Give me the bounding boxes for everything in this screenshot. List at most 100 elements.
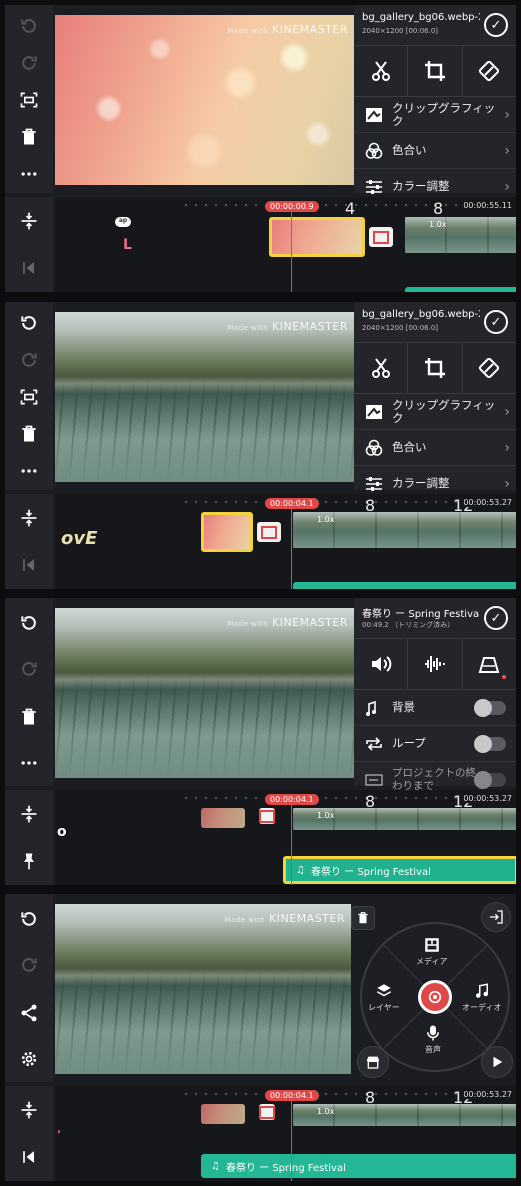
clip-options-panel: bg_gallery_bg06.webp-20… 2040×1200 [00:0… — [354, 302, 516, 502]
record-button[interactable] — [418, 980, 452, 1014]
play-icon — [493, 1056, 503, 1068]
pin-button[interactable] — [5, 837, 53, 884]
transition-button[interactable] — [259, 808, 275, 824]
transition-button[interactable] — [259, 1104, 275, 1120]
video-preview[interactable]: Made with KINEMASTER — [55, 608, 354, 778]
extend-toggle[interactable] — [474, 770, 506, 789]
exit-icon — [490, 910, 503, 924]
timeline-expand-button[interactable] — [5, 197, 53, 244]
done-button[interactable]: ✓ — [484, 310, 508, 334]
clip-river[interactable]: 1.0x — [293, 808, 516, 830]
option-color-tint[interactable]: 色合い › — [354, 133, 516, 169]
option-background[interactable]: 背景 — [354, 690, 516, 726]
audio-track[interactable] — [293, 582, 516, 589]
layer-button[interactable]: レイヤー — [368, 982, 400, 1013]
trash-icon — [22, 708, 36, 724]
timeline[interactable]: 8 12 00:00:04.1 00:00:53.27 ' 1.0x ♫春祭り … — [55, 1086, 516, 1181]
audio-track[interactable]: ♫ 春祭り ー Spring Festival — [201, 1154, 516, 1178]
redo-button[interactable] — [5, 946, 53, 983]
clip-bokeh-selected[interactable] — [269, 217, 365, 257]
delete-button[interactable] — [5, 698, 53, 735]
delete-button[interactable] — [5, 415, 53, 452]
delete-button[interactable] — [351, 906, 375, 930]
delete-button[interactable] — [5, 118, 53, 155]
rotate-button[interactable] — [463, 46, 516, 96]
undo-button[interactable] — [5, 604, 53, 641]
split-button[interactable] — [354, 46, 409, 96]
playhead[interactable] — [291, 508, 292, 589]
media-button[interactable]: メディア — [416, 936, 447, 967]
ruler-tick: 8 — [433, 199, 444, 218]
timeline-expand-button[interactable] — [5, 1086, 53, 1133]
sticker-letter[interactable]: o — [57, 824, 67, 840]
redo-button[interactable] — [5, 341, 53, 378]
rotate-button[interactable] — [463, 343, 516, 393]
timeline[interactable]: 8 12 00:00:04.1 00:00:53.27 ovE 1.0x — [55, 494, 516, 589]
audio-button[interactable]: オーディオ — [462, 982, 501, 1013]
asset-store-button[interactable] — [357, 1046, 389, 1078]
clip-river[interactable]: 1.0x — [293, 512, 516, 548]
option-clip-graphics[interactable]: クリップグラフィック › — [354, 97, 516, 133]
video-preview[interactable]: Made with KINEMASTER — [55, 904, 351, 1074]
clip-bokeh[interactable] — [201, 808, 245, 828]
sticker-letter[interactable]: L — [123, 237, 132, 253]
sticker-letter[interactable]: ' — [57, 1128, 61, 1142]
editor-screen-4: Made with KINEMASTER メディア レイヤー オーディオ 音声 8… — [5, 894, 516, 1181]
loop-toggle[interactable] — [474, 734, 506, 753]
more-icon — [21, 171, 37, 176]
playhead[interactable] — [291, 211, 292, 292]
video-preview[interactable]: Made with KINEMASTER — [55, 15, 354, 185]
fullscreen-button[interactable] — [5, 81, 53, 118]
equalizer-button[interactable] — [463, 639, 516, 689]
split-button[interactable] — [354, 343, 409, 393]
play-button[interactable] — [481, 1046, 513, 1078]
jump-to-start-button[interactable] — [5, 541, 53, 588]
sticker-love-text[interactable]: ovE — [61, 528, 97, 549]
more-button[interactable] — [5, 744, 53, 781]
background-toggle[interactable] — [474, 698, 506, 717]
playhead[interactable] — [291, 804, 292, 885]
timeline[interactable]: 8 12 00:00:04.1 00:00:53.27 o 1.0x ♫春祭り … — [55, 790, 516, 885]
clip-bokeh-selected[interactable] — [201, 512, 253, 552]
undo-icon — [21, 911, 36, 926]
volume-button[interactable] — [354, 639, 409, 689]
timeline-expand-button[interactable] — [5, 494, 53, 541]
video-preview[interactable]: Made with KINEMASTER — [55, 312, 354, 482]
clip-bokeh[interactable] — [201, 1104, 245, 1124]
audio-filter-button[interactable] — [408, 639, 463, 689]
jump-to-start-button[interactable] — [5, 1133, 53, 1180]
end-timecode: 00:00:53.27 — [460, 498, 512, 507]
redo-button[interactable] — [5, 44, 53, 81]
transition-button[interactable] — [257, 522, 281, 542]
settings-button[interactable] — [5, 1040, 53, 1077]
fullscreen-button[interactable] — [5, 378, 53, 415]
clip-river[interactable]: 1.0x — [293, 1104, 516, 1126]
undo-button[interactable] — [5, 900, 53, 937]
clip-river[interactable]: 1.0x — [405, 217, 516, 253]
share-button[interactable] — [5, 994, 53, 1031]
option-loop[interactable]: ループ — [354, 726, 516, 762]
done-button[interactable]: ✓ — [484, 606, 508, 630]
crop-button[interactable] — [408, 46, 463, 96]
exit-button[interactable] — [481, 902, 511, 932]
redo-button[interactable] — [5, 650, 53, 687]
option-clip-graphics[interactable]: クリップグラフィック › — [354, 394, 516, 430]
undo-button[interactable] — [5, 304, 53, 341]
sticker-speech[interactable]: ap — [115, 217, 131, 227]
undo-button[interactable] — [5, 7, 53, 44]
audio-track[interactable] — [405, 287, 516, 292]
crop-button[interactable] — [408, 343, 463, 393]
more-button[interactable] — [5, 155, 53, 192]
jump-to-start-button[interactable] — [5, 244, 53, 291]
option-color-tint[interactable]: 色合い › — [354, 430, 516, 466]
pin-icon — [24, 853, 34, 869]
timeline[interactable]: 4 8 00:00:00.9 00:00:55.11 ap L 1.0x — [55, 197, 516, 292]
more-button[interactable] — [5, 452, 53, 489]
voice-button[interactable]: 音声 — [424, 1024, 442, 1055]
transition-button[interactable] — [369, 227, 393, 247]
audio-track-selected[interactable]: ♫ 春祭り ー Spring Festival — [283, 856, 516, 884]
done-button[interactable]: ✓ — [484, 13, 508, 37]
undo-icon — [21, 315, 36, 330]
playhead[interactable] — [291, 1100, 292, 1181]
timeline-expand-button[interactable] — [5, 790, 53, 837]
